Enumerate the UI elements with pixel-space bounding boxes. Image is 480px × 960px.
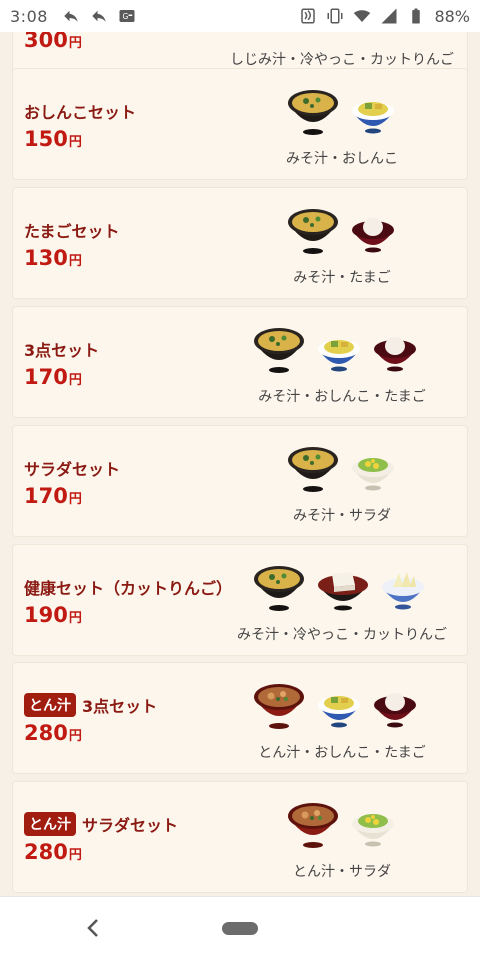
bowl-images [251,557,427,613]
set-description: みそ汁・サラダ [293,508,391,524]
reply-icon [64,10,78,22]
oshinko-bowl-image [318,340,360,372]
set-description: みそ汁・おしんこ・たまご [258,389,426,405]
price: 170円 [24,365,82,389]
set-description: みそ汁・たまご [293,270,391,286]
set-name: 3点セット [24,341,100,360]
miso-soup-bowl-image [254,328,304,373]
egg-bowl-image [374,337,416,372]
miso-soup-bowl-image [288,209,338,254]
home-pill-icon[interactable] [222,922,258,935]
clock: 3:08 [10,6,48,26]
set-name: とん汁 3点セット [24,693,157,717]
oshinko-bowl-image [318,696,360,728]
egg-bowl-image [352,218,394,253]
bowl-images [285,200,397,256]
back-chevron-icon[interactable] [82,915,104,941]
tofu-bowl-image [318,572,368,611]
set-name: おしんこセット [24,103,137,122]
miso-soup-bowl-image [254,566,304,611]
menu-card[interactable]: おしんこセット 150円 みそ汁・おしんこ [13,69,467,179]
menu-card[interactable]: 健康セット（カットりんご） 190円 みそ汁・冷やっこ・カットりんご [13,545,467,655]
miso-soup-bowl-image [288,90,338,135]
set-description: とん汁・サラダ [293,864,391,880]
tonjiru-badge: とん汁 [24,693,76,717]
price: 170円 [24,484,82,508]
set-description: みそ汁・おしんこ [286,151,398,167]
svg-text:G: G [122,12,128,21]
tonjiru-bowl-image [254,684,304,729]
cut-apple-bowl-image [382,572,424,610]
bowl-images [251,675,419,731]
price: 280円 [24,840,82,864]
bowl-images [251,319,419,375]
tonjiru-badge: とん汁 [24,812,76,836]
signal-icon [381,8,397,24]
miso-soup-bowl-image [288,447,338,492]
vibrate-icon [327,8,343,24]
price: 300円 [24,32,82,52]
tonjiru-bowl-image [288,803,338,848]
set-name: 健康セット（カットりんご） [24,579,233,598]
battery-icon [412,8,421,24]
menu-card[interactable]: とん汁 3点セット 280円 とん汁・おしんこ・たまご [13,663,467,773]
salad-bowl-image [352,458,394,491]
set-name: たまごセット [24,222,120,241]
set-description: しじみ汁・冷やっこ・カットりんご [230,52,454,68]
egg-bowl-image [374,693,416,728]
battery-percent: 88% [434,6,470,26]
bowl-images [285,81,397,137]
menu-card[interactable]: とん汁 サラダセット 280円 とん汁・サラダ [13,782,467,892]
nfc-icon [301,8,316,24]
status-bar: 3:08 G 88% [0,0,480,32]
set-name: とん汁 サラダセット [24,812,178,836]
set-description: とん汁・おしんこ・たまご [258,745,426,761]
set-description: みそ汁・冷やっこ・カットりんご [237,627,447,643]
bowl-images [285,438,397,494]
menu-list[interactable]: 300円 しじみ汁・冷やっこ・カットりんご おしんこセット 150円 みそ汁・お… [0,32,480,896]
price: 130円 [24,246,82,270]
menu-card[interactable]: たまごセット 130円 みそ汁・たまご [13,188,467,298]
bowl-images [285,794,397,850]
navigation-bar [0,896,480,960]
wifi-icon [354,10,371,22]
google-translate-icon: G [119,10,135,22]
price: 150円 [24,127,82,151]
salad-bowl-image [352,814,394,847]
price: 280円 [24,721,82,745]
set-name: サラダセット [24,460,121,479]
oshinko-bowl-image [352,102,394,134]
price: 190円 [24,603,82,627]
menu-card[interactable]: サラダセット 170円 みそ汁・サラダ [13,426,467,536]
reply-all-icon [92,10,106,22]
menu-card[interactable]: 3点セット 170円 みそ汁・おしんこ・たまご [13,307,467,417]
